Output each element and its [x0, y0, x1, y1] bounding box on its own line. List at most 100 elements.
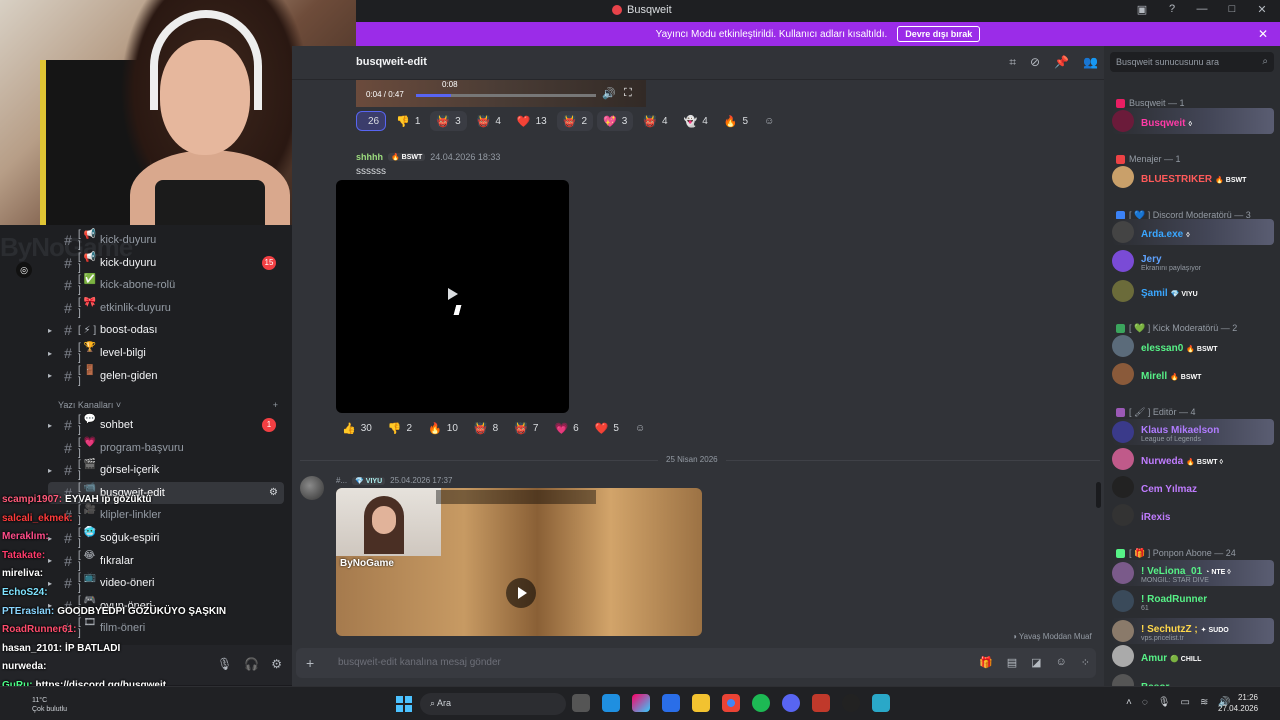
channel-item[interactable]: ▸ # [ ⚡ ] boost-odası: [48, 319, 284, 341]
reaction-button[interactable]: 👹 8: [468, 418, 504, 438]
reaction-button[interactable]: 🔥 5: [718, 111, 754, 131]
reaction-button[interactable]: ❤️ 5: [589, 418, 625, 438]
reaction-button[interactable]: 👹 4: [471, 111, 507, 131]
expand-arrow-icon[interactable]: ▸: [48, 349, 58, 358]
reaction-button[interactable]: 👹 4: [637, 111, 673, 131]
start-button-icon[interactable]: [396, 696, 412, 712]
reaction-button[interactable]: 💗 6: [548, 418, 584, 438]
text-channels-header[interactable]: Yazı Kanalları ˅ +: [58, 400, 278, 410]
fullscreen-icon[interactable]: ⛶: [624, 87, 632, 100]
add-reaction-icon[interactable]: ☺: [629, 418, 651, 438]
settings-gear-icon[interactable]: ⚙: [271, 657, 282, 671]
wifi-icon[interactable]: ≋: [1200, 697, 1208, 708]
edge-icon[interactable]: [602, 694, 620, 712]
play-icon[interactable]: [448, 288, 458, 300]
channel-item[interactable]: ▸ # [ 💬 ] sohbet 1: [48, 414, 284, 436]
member-item[interactable]: Busqweit ◊: [1112, 108, 1274, 134]
avatar[interactable]: [300, 476, 324, 500]
app-icon[interactable]: [812, 694, 830, 712]
add-reaction-icon[interactable]: ☺: [758, 111, 780, 131]
channel-item[interactable]: ▸ # [ 😂 ] fıkralar: [48, 550, 284, 572]
taskbar-search[interactable]: ⌕ Ara: [420, 693, 566, 715]
member-item[interactable]: BLUESTRIKER 🔥 BSWT: [1112, 164, 1274, 190]
task-view-icon[interactable]: [572, 694, 590, 712]
channel-item[interactable]: ▸ # [ 🎬 ] görsel-içerik: [48, 459, 284, 481]
member-item[interactable]: Nurweda 🔥 BSWT ◊: [1112, 446, 1274, 472]
reaction-button[interactable]: 🔥 10: [422, 418, 464, 438]
mic-tray-icon[interactable]: 🎙: [1158, 697, 1171, 708]
tray-app-icon[interactable]: ◌: [1142, 697, 1148, 708]
expand-arrow-icon[interactable]: ▸: [48, 326, 58, 335]
channel-item[interactable]: # [ 🎀 ] etkinlik-duyuru: [48, 297, 284, 319]
help-icon[interactable]: ?: [1164, 3, 1180, 16]
headset-icon[interactable]: 🎧: [244, 657, 259, 671]
reaction-button[interactable]: 👹 7: [508, 418, 544, 438]
message-composer[interactable]: + busqweit-edit kanalına mesaj gönder 🎁 …: [296, 648, 1096, 678]
copilot-icon[interactable]: [632, 694, 650, 712]
tray-chevron-icon[interactable]: ˄: [1126, 697, 1132, 708]
member-item[interactable]: ! VeLiona_01 ◔ NTE ◊ MONGIL: STAR DIVE: [1112, 560, 1274, 586]
reaction-button[interactable]: ❤️ 13: [511, 111, 553, 131]
video-player-controls[interactable]: 0:08 0:04 / 0:47 🔊 ⛶: [356, 80, 646, 107]
expand-arrow-icon[interactable]: ▸: [48, 556, 58, 565]
minimize-button[interactable]: —: [1194, 3, 1210, 16]
scrollbar[interactable]: [1096, 482, 1101, 508]
member-item[interactable]: Amur 🟢 CHILL: [1112, 643, 1274, 669]
channel-item[interactable]: # [ 💗 ] program-başvuru: [48, 437, 284, 459]
channel-item[interactable]: # [ 📢 ] kick-duyuru 15: [48, 252, 284, 274]
member-item[interactable]: Şamil 💎 VIYU: [1112, 278, 1274, 304]
channel-item[interactable]: ▸ #[ 🥶 ] soğuk-espiri: [48, 527, 284, 549]
channel-item[interactable]: # [ ✅ ] kick-abone-rolü: [48, 274, 284, 296]
gift-icon[interactable]: 🎁: [979, 656, 993, 669]
maximize-button[interactable]: □: [1224, 3, 1240, 16]
reaction-button[interactable]: 👻 4: [678, 111, 714, 131]
close-window-button[interactable]: ✕: [1254, 3, 1270, 16]
reaction-button[interactable]: 26: [356, 111, 387, 131]
channel-item[interactable]: #[ 🎞 ] film-öneri: [48, 617, 284, 639]
network-app-icon[interactable]: [872, 694, 890, 712]
discord-icon[interactable]: [782, 694, 800, 712]
expand-arrow-icon[interactable]: ▸: [48, 371, 58, 380]
member-item[interactable]: Jery Ekranını paylaşıyor: [1112, 248, 1274, 274]
inbox-icon[interactable]: ▣: [1134, 3, 1150, 16]
gif-icon[interactable]: ▤: [1007, 656, 1017, 669]
taskbar-clock[interactable]: 21:26 27.04.2026: [1218, 692, 1258, 714]
member-item[interactable]: ! SechutzZ ; ✦ SUDO vps.pricelist.tr: [1112, 618, 1274, 644]
channel-item[interactable]: # [ 📢 ] kick-duyuru: [48, 229, 284, 251]
display-icon[interactable]: ▭: [1181, 697, 1190, 708]
channel-item[interactable]: ▸ # [ 🚪 ] gelen-giden: [48, 365, 284, 387]
reaction-button[interactable]: 👎 1: [390, 111, 426, 131]
disable-streamer-mode-button[interactable]: Devre dışı bırak: [897, 26, 981, 42]
member-list-icon[interactable]: 👥: [1083, 55, 1098, 70]
notification-mute-icon[interactable]: ⊘: [1030, 55, 1040, 70]
member-item[interactable]: elessan0 🔥 BSWT: [1112, 333, 1274, 359]
weather-widget[interactable]: 11°C Çok bulutlu: [32, 696, 67, 714]
message-author-2[interactable]: #...: [336, 476, 347, 485]
member-item[interactable]: Klaus Mikaelson League of Legends: [1112, 419, 1274, 445]
reaction-button[interactable]: 👹 2: [556, 111, 594, 131]
add-channel-icon[interactable]: +: [273, 400, 278, 410]
clip-video-embed[interactable]: ByNoGame: [336, 488, 702, 636]
member-item[interactable]: iRexis: [1112, 502, 1274, 528]
sticker-icon[interactable]: ◪: [1031, 656, 1041, 669]
member-item[interactable]: Cem Yılmaz: [1112, 474, 1274, 500]
chrome-icon[interactable]: [722, 694, 740, 712]
message-input[interactable]: busqweit-edit kanalına mesaj gönder: [338, 657, 501, 668]
channel-item[interactable]: #[ 🎥 ] klipler-linkler: [48, 504, 284, 526]
play-button-icon[interactable]: [506, 578, 536, 608]
spotify-icon[interactable]: [752, 694, 770, 712]
channel-item[interactable]: ▸ # [ 🏆 ] level-bilgi: [48, 342, 284, 364]
member-item[interactable]: Arda.exe ◊: [1112, 219, 1274, 245]
member-item[interactable]: ! RoadRunner 61: [1112, 588, 1274, 614]
store-icon[interactable]: [662, 694, 680, 712]
expand-arrow-icon[interactable]: ▸: [48, 466, 58, 475]
reaction-button[interactable]: 👹 3: [430, 111, 467, 131]
video-embed[interactable]: [336, 180, 569, 413]
volume-icon[interactable]: 🔊: [602, 87, 616, 100]
expand-arrow-icon[interactable]: ▸: [48, 421, 58, 430]
attach-plus-icon[interactable]: +: [306, 655, 314, 671]
server-search-input[interactable]: Busqweit sunucusunu ara ⌕: [1110, 52, 1274, 72]
reaction-button[interactable]: 👍 30: [336, 418, 378, 438]
obs-icon[interactable]: [842, 694, 860, 712]
reaction-button[interactable]: 💖 3: [597, 111, 634, 131]
